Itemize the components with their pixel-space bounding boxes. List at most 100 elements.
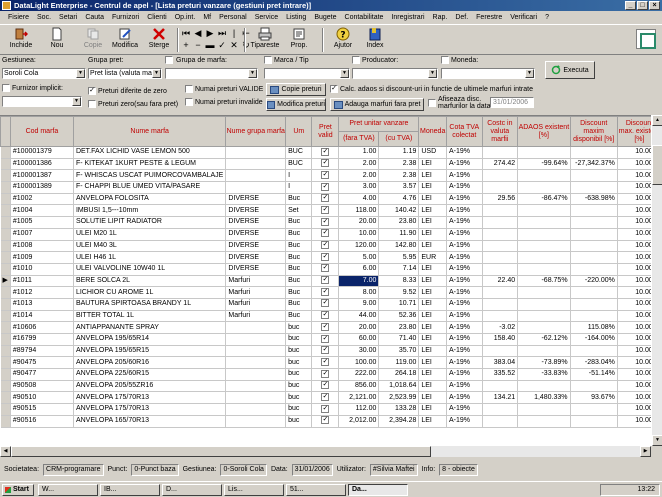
moneda-checkbox[interactable]: Moneda:: [441, 56, 478, 64]
col-pret-valid[interactable]: Pret valid: [311, 116, 340, 147]
cell-f[interactable]: 2.00: [338, 158, 380, 171]
copie-button[interactable]: Copie: [76, 27, 110, 54]
cell-dm[interactable]: [570, 263, 618, 276]
cell-m[interactable]: LEI: [418, 368, 448, 381]
nav-button-1-3[interactable]: ✓: [217, 40, 227, 51]
cell-c[interactable]: 52.36: [378, 310, 420, 323]
table-row[interactable]: ▶ #1011 BERE SOLCA 2L Marfuri Buc ✓ 7.00 8.33 LE…: [0, 275, 662, 288]
cell-t[interactable]: A-19%: [446, 228, 483, 241]
cell-c[interactable]: 142.80: [378, 240, 420, 253]
minimize-button[interactable]: _: [625, 1, 636, 10]
cell-f[interactable]: 2,121.00: [338, 391, 380, 405]
cell-dm[interactable]: -164.00%: [570, 333, 618, 346]
gestiunea-combo[interactable]: Soroli Cola ▼: [2, 68, 86, 79]
cell-cost[interactable]: [482, 310, 519, 323]
cell-f[interactable]: 5.00: [338, 251, 380, 264]
table-row[interactable]: #1014 BITTER TOTAL 1L Marfuri Buc ✓ 44.00 52.3…: [0, 310, 662, 323]
cell-cod[interactable]: #1009: [10, 251, 74, 264]
cell-m[interactable]: LEI: [418, 380, 448, 393]
cell-cost[interactable]: -3.02: [482, 321, 519, 334]
cell-grupa[interactable]: Marfuri: [225, 275, 287, 288]
cell-c[interactable]: 11.90: [378, 228, 420, 241]
cell-nume[interactable]: ANVELOPA 175/70R13: [73, 391, 227, 405]
cell-grupa[interactable]: [225, 345, 287, 358]
cell-ad[interactable]: [517, 204, 571, 218]
menu-item-ferestre[interactable]: Ferestre: [472, 11, 506, 24]
table-row[interactable]: #100001387 F- WHISCAS USCAT PUIMORCOVAMBA…: [0, 169, 662, 183]
cell-nume[interactable]: ANVELOPA 195/65R15: [73, 345, 227, 358]
table-row[interactable]: #100001386 F- KITEKAT 1KURT PESTE & LEGUM…: [0, 158, 662, 171]
cell-m[interactable]: LEI: [418, 356, 448, 370]
cell-um[interactable]: buc: [285, 368, 313, 381]
pret-valid-checkbox[interactable]: ✓: [311, 216, 340, 229]
cell-c[interactable]: 4.76: [378, 193, 420, 206]
cell-um[interactable]: Buc: [285, 240, 313, 253]
cell-f[interactable]: 44.00: [338, 310, 380, 323]
row-indicator[interactable]: [0, 368, 11, 381]
executa-button[interactable]: Executa: [545, 61, 595, 79]
cell-nume[interactable]: ULEI M40 3L: [73, 240, 227, 253]
cell-cod[interactable]: #1010: [10, 263, 74, 276]
row-indicator[interactable]: [0, 204, 11, 218]
sterge-button[interactable]: Sterge: [142, 27, 176, 54]
cell-nume[interactable]: ANVELOPA 205/60R16: [73, 356, 227, 370]
moneda-combo[interactable]: ▼: [441, 68, 535, 79]
cell-dm[interactable]: [570, 310, 618, 323]
row-indicator[interactable]: [0, 240, 11, 253]
col-fara-tva[interactable]: (fara TVA): [338, 131, 380, 147]
cell-um[interactable]: Buc: [285, 228, 313, 241]
cell-f[interactable]: 7.00: [338, 275, 380, 288]
menu-item-contabilitate[interactable]: Contabilitate: [341, 11, 388, 24]
cell-ad[interactable]: [517, 321, 571, 334]
cell-dm[interactable]: [570, 228, 618, 241]
cell-nume[interactable]: ANVELOPA 165/70R13: [73, 415, 227, 428]
cell-cod[interactable]: #100001379: [10, 146, 74, 159]
taskbar-task[interactable]: IB...: [100, 484, 160, 496]
cell-cost[interactable]: [482, 286, 519, 299]
menu-item-fisiere[interactable]: Fisiere: [4, 11, 33, 24]
cell-ad[interactable]: -86.47%: [517, 193, 571, 206]
nav-button-1-2[interactable]: ▬: [205, 40, 215, 51]
cell-nume[interactable]: F- WHISCAS USCAT PUIMORCOVAMBALAJE: [73, 169, 227, 183]
cell-nume[interactable]: ANVELOPA 195/65R14: [73, 333, 227, 346]
pret-valid-checkbox[interactable]: ✓: [311, 415, 340, 428]
col-pret-unitar[interactable]: Pret unitar vanzare: [338, 116, 420, 132]
pret-valid-checkbox[interactable]: ✓: [311, 298, 340, 311]
cell-cost[interactable]: 335.52: [482, 368, 519, 381]
cell-nume[interactable]: BITTER TOTAL 1L: [73, 310, 227, 323]
menu-item-furnizori[interactable]: Furnizori: [108, 11, 143, 24]
cell-dm[interactable]: -283.04%: [570, 356, 618, 370]
cell-cod[interactable]: #100001389: [10, 181, 74, 194]
cell-grupa[interactable]: [225, 321, 287, 334]
cell-t[interactable]: A-19%: [446, 216, 483, 229]
cell-f[interactable]: 8.00: [338, 286, 380, 299]
nav-button-1-4[interactable]: ✕: [229, 40, 239, 51]
cell-grupa[interactable]: [225, 169, 287, 183]
cell-m[interactable]: LEI: [418, 286, 448, 299]
cell-cost[interactable]: 22.40: [482, 275, 519, 288]
pret-valid-checkbox[interactable]: ✓: [311, 368, 340, 381]
cell-f[interactable]: 100.00: [338, 356, 380, 370]
cell-grupa[interactable]: [225, 391, 287, 405]
cell-um[interactable]: BUC: [285, 146, 313, 159]
index-button[interactable]: Index: [358, 27, 392, 54]
cell-um[interactable]: buc: [285, 403, 313, 416]
cell-dm[interactable]: [570, 240, 618, 253]
cell-cost[interactable]: [482, 263, 519, 276]
cell-dm[interactable]: [570, 251, 618, 264]
cell-cost[interactable]: [482, 298, 519, 311]
cell-grupa[interactable]: DIVERSE: [225, 263, 287, 276]
producator-checkbox[interactable]: Producator:: [352, 56, 398, 64]
scroll-left-icon[interactable]: ◀: [0, 446, 11, 457]
furnizor-checkbox[interactable]: Furnizor implicit:: [2, 84, 63, 92]
nou-button[interactable]: Nou: [40, 27, 74, 54]
pret-valid-checkbox[interactable]: ✓: [311, 181, 340, 194]
cell-f[interactable]: 10.00: [338, 228, 380, 241]
cell-cost[interactable]: [482, 169, 519, 183]
cell-grupa[interactable]: [225, 333, 287, 346]
nav-button-0-2[interactable]: ▶: [205, 28, 215, 39]
cell-m[interactable]: LEI: [418, 216, 448, 229]
cell-m[interactable]: LEI: [418, 403, 448, 416]
preturi-zero-checkbox[interactable]: Preturi zero(sau fara pret): [88, 100, 178, 108]
cell-f[interactable]: 20.00: [338, 321, 380, 334]
